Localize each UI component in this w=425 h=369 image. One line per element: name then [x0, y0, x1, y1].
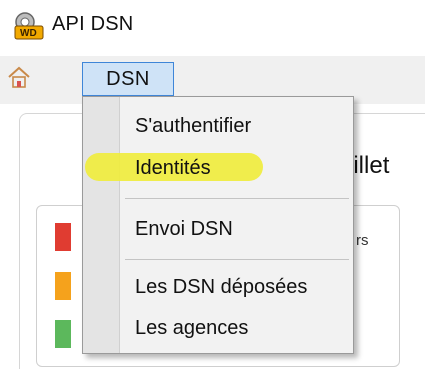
dsn-dropdown-menu: S'authentifier Identités Envoi DSN Les D… — [82, 96, 354, 354]
status-square-green — [55, 320, 71, 348]
app-window: WD API DSN DSN uillet rs S'authentifier … — [0, 0, 425, 369]
menu-icon-gutter — [83, 97, 120, 353]
menu-separator — [125, 198, 349, 199]
menu-dsn[interactable]: DSN — [82, 62, 174, 96]
menu-item-dsn-deposees[interactable]: Les DSN déposées — [135, 276, 307, 299]
menu-item-agences[interactable]: Les agences — [135, 317, 248, 340]
home-icon[interactable] — [6, 64, 32, 90]
menu-item-identites[interactable]: Identités — [135, 157, 211, 180]
background-text: rs — [356, 232, 369, 249]
menu-separator — [125, 259, 349, 260]
title-bar: WD API DSN — [0, 0, 425, 56]
app-logo-icon: WD — [14, 12, 44, 40]
status-square-orange — [55, 272, 71, 300]
status-square-red — [55, 223, 71, 251]
window-title: API DSN — [52, 13, 134, 35]
svg-text:WD: WD — [20, 28, 37, 39]
menu-item-authentifier[interactable]: S'authentifier — [135, 115, 251, 138]
menu-item-envoi-dsn[interactable]: Envoi DSN — [135, 218, 233, 241]
